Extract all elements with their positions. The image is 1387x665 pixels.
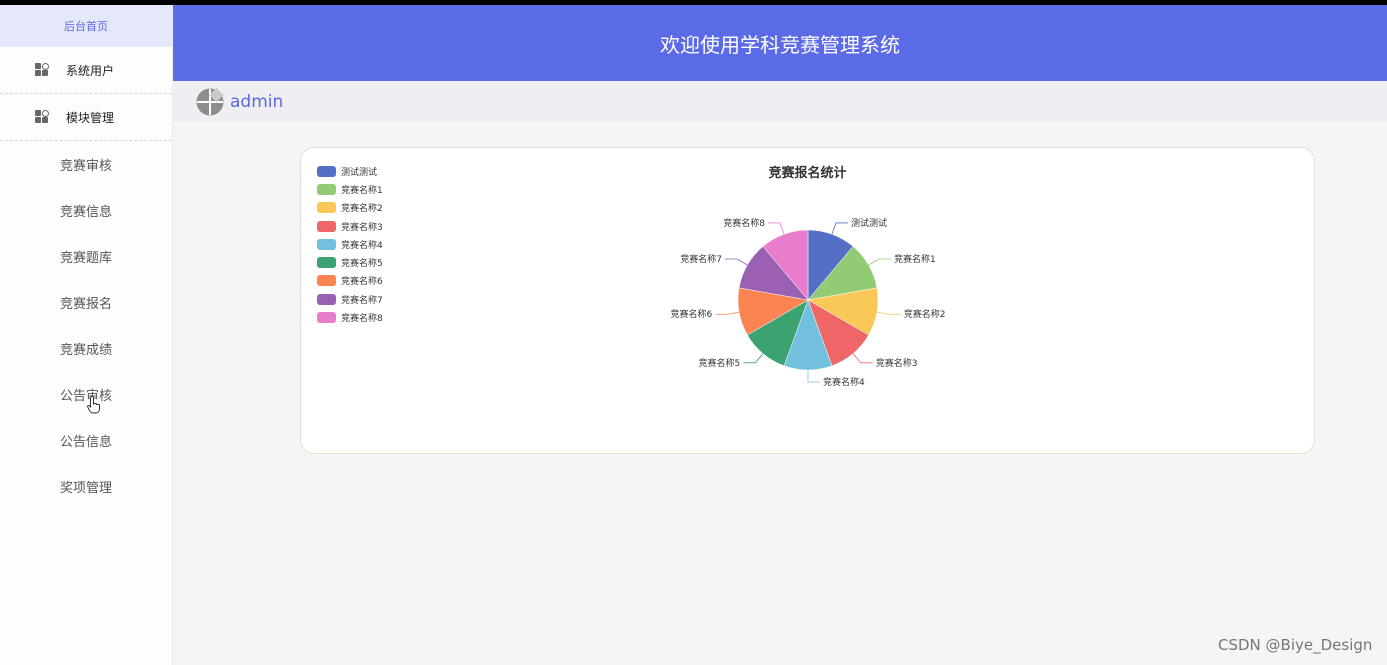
slice-label: 测试测试: [851, 217, 887, 229]
label-line: [767, 222, 785, 235]
label-line: [868, 258, 892, 266]
sidebar-item-awards[interactable]: 奖项管理: [0, 463, 172, 509]
slice-label: 竞赛名称4: [823, 376, 865, 388]
sidebar-item-registration[interactable]: 竞赛报名: [0, 279, 172, 325]
hand-cursor-icon: [87, 396, 100, 414]
slice-label: 竞赛名称6: [671, 308, 713, 320]
apps-icon: [34, 109, 50, 125]
slice-label: 竞赛名称7: [680, 253, 722, 265]
label-line: [715, 311, 740, 315]
username[interactable]: admin: [230, 92, 283, 112]
label-line: [743, 353, 764, 364]
sidebar-group-module-management[interactable]: 模块管理: [0, 94, 172, 141]
sidebar-item-competition-info[interactable]: 竞赛信息: [0, 187, 172, 233]
label-line: [724, 258, 748, 266]
label-line: [831, 222, 849, 235]
apps-icon: [34, 62, 50, 78]
page-title: 欢迎使用学科竞赛管理系统: [660, 32, 900, 57]
sidebar-item-question-bank[interactable]: 竞赛题库: [0, 233, 172, 279]
chart-card: 竞赛报名统计 测试测试 竞赛名称1 竞赛名称2 竞赛名称3 竞赛名称4 竞赛名称5 竞赛名称…: [300, 147, 1315, 454]
label-line: [807, 370, 820, 383]
slice-label: 竞赛名称3: [876, 357, 918, 369]
label-line: [876, 311, 901, 315]
sidebar-group-label: 系统用户: [66, 63, 115, 78]
sidebar-group-label: 模块管理: [66, 110, 115, 125]
sidebar-item-notice-info[interactable]: 公告信息: [0, 417, 172, 463]
slice-label: 竞赛名称1: [894, 253, 936, 265]
slice-label: 竞赛名称5: [699, 357, 741, 369]
sidebar-group-system-users[interactable]: 系统用户: [0, 47, 172, 94]
user-bar: admin: [173, 81, 1387, 122]
page-header: 欢迎使用学科竞赛管理系统: [173, 5, 1387, 81]
sidebar-item-home[interactable]: 后台首页: [0, 5, 172, 47]
sidebar-item-scores[interactable]: 竞赛成绩: [0, 325, 172, 371]
sidebar-item-notice-review[interactable]: 公告审核: [0, 371, 172, 417]
sidebar-item-competition-review[interactable]: 竞赛审核: [0, 141, 172, 187]
label-line: [852, 353, 873, 364]
watermark: CSDN @Biye_Design: [1218, 636, 1373, 654]
avatar-icon[interactable]: [196, 87, 224, 116]
slice-label: 竞赛名称2: [904, 308, 946, 320]
slice-label: 竞赛名称8: [723, 217, 765, 229]
pie-chart: 测试测试竞赛名称1 竞赛名称2 竞赛名称3 竞赛名称4 竞赛名称5 竞赛名称6 竞赛名称7 竞…: [671, 217, 946, 388]
sidebar: 后台首页 系统用户 模块管理 竞赛审核 竞赛信息 竞赛题库 竞赛报名 竞赛成绩 …: [0, 5, 173, 665]
